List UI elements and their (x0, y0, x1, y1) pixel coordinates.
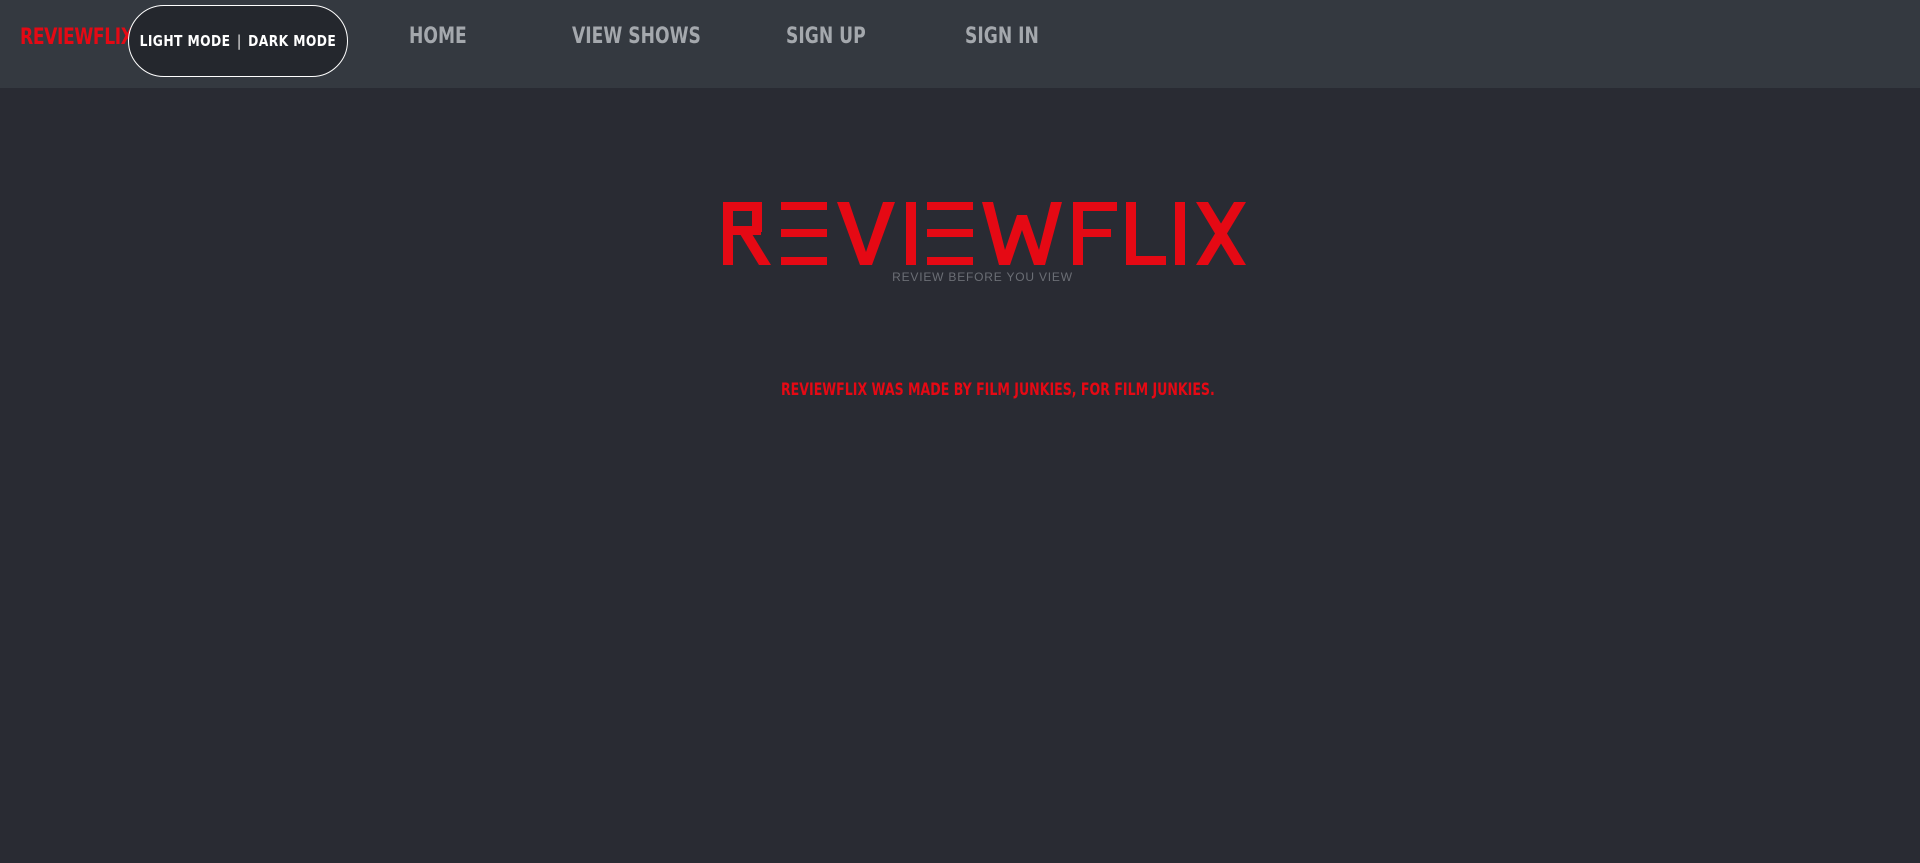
nav-link-sign-up[interactable]: SIGN UP (786, 24, 866, 49)
dark-mode-label[interactable]: DARK MODE (248, 32, 336, 50)
nav-link-view-shows[interactable]: VIEW SHOWS (572, 24, 701, 49)
hero-tagline: REVIEW BEFORE YOU VIEW (892, 270, 1073, 284)
about-statement: REVIEWFLIX WAS MADE BY FILM JUNKIES, FOR… (781, 380, 1215, 400)
theme-mode-toggle-button[interactable]: LIGHT MODE | DARK MODE (128, 5, 348, 77)
theme-mode-toggle-labels: LIGHT MODE | DARK MODE (140, 32, 337, 50)
light-mode-label[interactable]: LIGHT MODE (140, 32, 231, 50)
nav-link-sign-in[interactable]: SIGN IN (965, 24, 1039, 49)
brand-logo-link[interactable]: REVIEWFLIX (20, 25, 134, 50)
top-navbar: REVIEWFLIX LIGHT MODE | DARK MODE HOME VIE… (0, 0, 1920, 88)
mode-separator: | (237, 32, 242, 50)
nav-link-home[interactable]: HOME (409, 24, 467, 49)
